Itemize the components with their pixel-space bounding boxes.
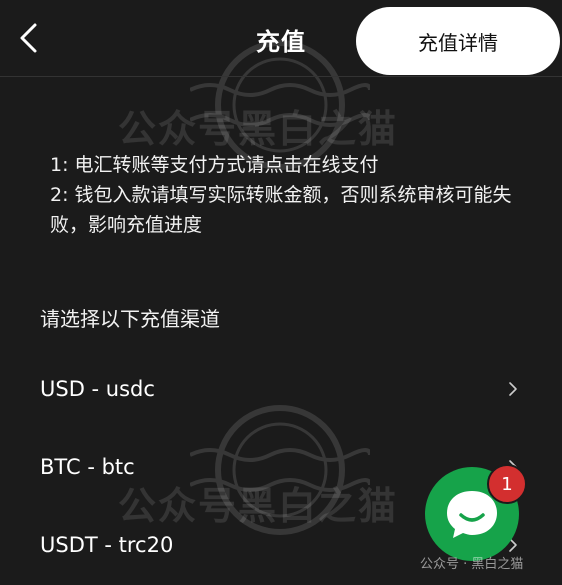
chevron-right-icon bbox=[508, 380, 522, 398]
recharge-notice: 1: 电汇转账等支付方式请点击在线支付 2: 钱包入款请填写实际转账金额，否则系… bbox=[50, 150, 530, 240]
top-bar: 充值 充值详情 bbox=[0, 0, 562, 77]
notice-line-2: 2: 钱包入款请填写实际转账金额，否则系统审核可能失败，影响充值进度 bbox=[50, 184, 512, 236]
channel-label: USD - usdc bbox=[40, 377, 155, 401]
channel-section-label: 请选择以下充值渠道 bbox=[40, 307, 220, 331]
channel-item-usdc[interactable]: USD - usdc bbox=[40, 369, 522, 409]
unread-count-badge: 1 bbox=[487, 464, 527, 504]
recharge-details-button[interactable]: 充值详情 bbox=[356, 7, 560, 75]
watermark-text-top: 公众号黑白之猫 bbox=[118, 107, 399, 151]
channel-label: USDT - trc20 bbox=[40, 533, 174, 557]
channel-label: BTC - btc bbox=[40, 455, 135, 479]
notice-line-1: 1: 电汇转账等支付方式请点击在线支付 bbox=[50, 154, 379, 176]
footer-credit: 公众号 · 黑白之猫 bbox=[420, 557, 524, 572]
